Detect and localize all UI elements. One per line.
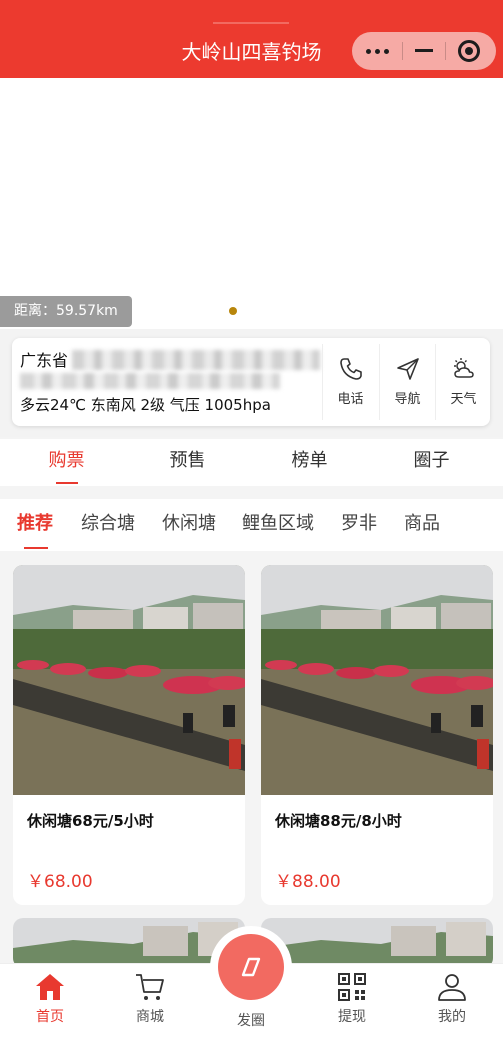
category-label: 罗非: [341, 513, 377, 534]
nav-mall[interactable]: 商城: [100, 972, 200, 1026]
nav-home[interactable]: 首页: [0, 972, 100, 1026]
category-goods[interactable]: 商品: [404, 511, 440, 537]
user-icon: [438, 974, 466, 1001]
category-tilapia[interactable]: 罗非: [341, 511, 377, 537]
product-card[interactable]: 休闲塘68元/5小时 ￥68.00: [13, 565, 245, 905]
product-card[interactable]: 休闲塘88元/8小时 ￥88.00: [261, 565, 493, 905]
close-target-icon[interactable]: [458, 40, 480, 62]
weather-button[interactable]: 天气: [435, 344, 491, 420]
product-card[interactable]: [261, 918, 493, 968]
weather-icon: [453, 358, 474, 378]
miniprogram-capsule: [352, 32, 496, 70]
nav-label: 商城: [136, 1009, 164, 1025]
category-label: 商品: [404, 513, 440, 534]
category-carp-area[interactable]: 鲤鱼区域: [242, 511, 314, 537]
address-text: 广东省: [20, 351, 69, 370]
home-icon: [36, 974, 64, 1000]
tab-label: 榜单: [291, 450, 328, 471]
post-button[interactable]: [218, 934, 284, 1000]
category-general-pond[interactable]: 综合塘: [81, 511, 135, 537]
product-image: [13, 565, 245, 795]
venue-info-card: 广东省 多云24℃ 东南风 2级 气压 1005hpa 电话 导航 天气: [12, 338, 490, 426]
category-tabs: 推荐 综合塘 休闲塘 鲤鱼区域 罗非 商品: [0, 499, 503, 551]
navigation-icon: [396, 358, 419, 380]
phone-button[interactable]: 电话: [322, 344, 378, 420]
tab-circle[interactable]: 圈子: [369, 449, 494, 473]
category-leisure-pond[interactable]: 休闲塘: [162, 511, 216, 537]
weather-text: 多云24℃ 东南风 2级 气压 1005hpa: [20, 396, 271, 414]
category-label: 综合塘: [81, 513, 135, 534]
navigation-label: 导航: [394, 392, 421, 407]
phone-label: 电话: [337, 392, 364, 407]
nav-label: 我的: [438, 1009, 466, 1025]
address-redacted: [72, 350, 320, 370]
qr-code-icon: [338, 973, 366, 1001]
address-redacted: [20, 373, 280, 389]
phone-icon: [339, 358, 362, 380]
product-title: 休闲塘68元/5小时: [27, 812, 154, 830]
cart-icon: [136, 974, 164, 1000]
tab-tickets[interactable]: 购票: [4, 449, 129, 484]
tab-label: 购票: [48, 450, 85, 471]
distance-badge: 距离：59.57km: [0, 296, 132, 327]
nav-withdraw[interactable]: 提现: [302, 972, 402, 1026]
app-page: 大岭山四喜钓场 距离：59.57km 广东省 多云24℃ 东南风 2级 气压 1…: [0, 0, 503, 1050]
header-bar: 大岭山四喜钓场: [0, 0, 503, 78]
minimize-icon[interactable]: [415, 49, 433, 52]
product-price: ￥88.00: [275, 872, 341, 892]
carousel-indicator[interactable]: [229, 307, 237, 315]
weather-label: 天气: [450, 392, 477, 407]
product-title: 休闲塘88元/8小时: [275, 812, 402, 830]
nav-profile[interactable]: 我的: [402, 972, 502, 1026]
status-notch: [213, 22, 289, 24]
capsule-divider: [445, 42, 446, 60]
category-label: 鲤鱼区域: [242, 513, 314, 534]
nav-label: 首页: [36, 1009, 64, 1025]
compass-icon: [241, 957, 261, 977]
nav-label: 发圈: [237, 1013, 265, 1029]
product-price: ￥68.00: [27, 872, 93, 892]
category-recommended[interactable]: 推荐: [17, 511, 53, 549]
capsule-divider: [402, 42, 403, 60]
tab-presale[interactable]: 预售: [125, 449, 250, 473]
tab-label: 预售: [169, 450, 206, 471]
tab-label: 圈子: [413, 450, 450, 471]
more-icon[interactable]: [366, 44, 392, 58]
tab-ranking[interactable]: 榜单: [247, 449, 372, 473]
navigation-button[interactable]: 导航: [379, 344, 435, 420]
main-tabs: 购票 预售 榜单 圈子: [0, 439, 503, 486]
nav-label: 提现: [338, 1009, 366, 1025]
tab-underline: [56, 482, 78, 484]
category-label: 休闲塘: [162, 513, 216, 534]
product-image: [261, 918, 493, 968]
category-underline: [24, 547, 48, 549]
category-label: 推荐: [17, 513, 53, 534]
product-image: [261, 565, 493, 795]
banner-carousel[interactable]: [0, 78, 503, 329]
